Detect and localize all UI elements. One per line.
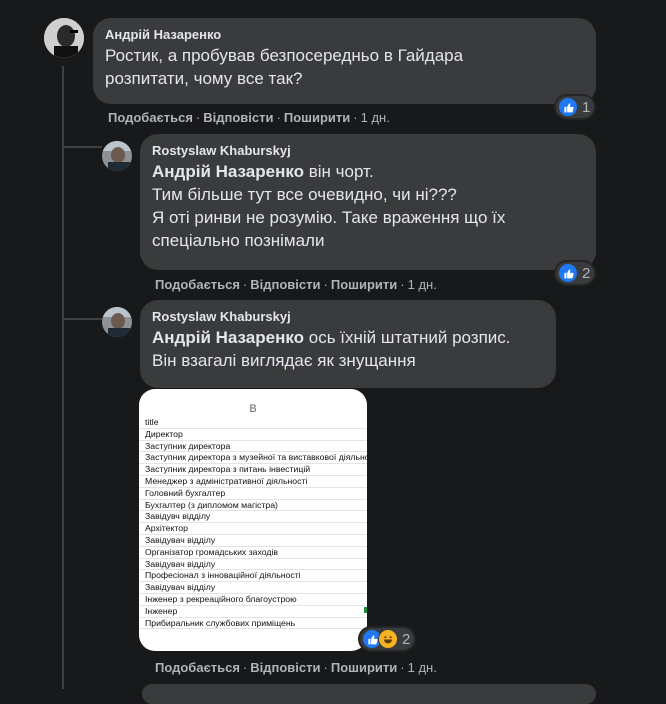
- separator: ·: [323, 660, 328, 675]
- sheet-row: Заступник директора: [139, 441, 367, 453]
- reaction-summary[interactable]: 1: [556, 96, 595, 118]
- sheet-row: Професіонал з інноваційної діяльності: [139, 570, 367, 583]
- thread-line-branch-1: [62, 146, 102, 148]
- comment-author[interactable]: Rostyslaw Khaburskyj: [152, 308, 544, 326]
- timestamp[interactable]: 1 дн.: [408, 277, 437, 292]
- sheet-row: Директор: [139, 429, 367, 441]
- sheet-row: Бухгалтер (з дипломом магістра): [139, 500, 367, 512]
- like-button[interactable]: Подобається: [155, 277, 240, 292]
- comment-text-inline: він чорт.: [304, 162, 374, 181]
- sheet-row: Завідувач відділу: [139, 535, 367, 547]
- avatar-photo-icon: [44, 18, 84, 58]
- separator: ·: [276, 110, 281, 125]
- like-icon: [558, 263, 578, 283]
- avatar[interactable]: [102, 141, 132, 171]
- comment-text: Ростик, а пробував безпосередньо в Гайда…: [105, 46, 464, 88]
- avatar-photo-icon: [102, 141, 132, 171]
- thread-line-main: [62, 66, 64, 689]
- separator: ·: [242, 660, 248, 675]
- sheet-row: Інженер з рекреаційного благоустрою: [139, 594, 367, 606]
- mention-link[interactable]: Андрій Назаренко: [152, 162, 304, 181]
- timestamp[interactable]: 1 дн.: [361, 110, 390, 125]
- comment-actions: Подобається · Відповісти · Поширити · 1 дн.: [108, 110, 390, 126]
- reaction-count: 1: [582, 98, 591, 116]
- sheet-row: Менеджер з адміністративної діяльності: [139, 476, 367, 488]
- comment-author[interactable]: Андрій Назаренко: [105, 26, 584, 44]
- avatar-photo-icon: [102, 307, 132, 337]
- comment-text: Андрій Назаренко він чорт.: [152, 160, 584, 183]
- mention-link[interactable]: Андрій Назаренко: [152, 328, 304, 347]
- like-icon: [558, 97, 578, 117]
- sheet-row: title: [139, 417, 367, 429]
- comment-text-inline: ось їхній штатний розпис.: [304, 328, 511, 347]
- reply-button[interactable]: Відповісти: [250, 277, 320, 292]
- sheet-row: Заступник директора з музейної та вистав…: [139, 452, 367, 465]
- sheet-row: Головний бухгалтер: [139, 488, 367, 500]
- comment-author[interactable]: Rostyslaw Khaburskyj: [152, 142, 584, 160]
- sheet-row: Архітектор: [139, 523, 367, 535]
- share-button[interactable]: Поширити: [284, 110, 350, 125]
- attachment-image[interactable]: B title Директор Заступник директора Зас…: [139, 389, 367, 651]
- separator: ·: [242, 277, 248, 292]
- separator: ·: [400, 277, 405, 292]
- sheet-rows: title Директор Заступник директора Засту…: [139, 417, 367, 630]
- comment-actions: Подобається · Відповісти · Поширити · 1 дн.: [155, 660, 437, 676]
- timestamp[interactable]: 1 дн.: [408, 660, 437, 675]
- separator: ·: [195, 110, 201, 125]
- like-button[interactable]: Подобається: [108, 110, 193, 125]
- sheet-row: Заступник директора з питань інвестицій: [139, 464, 367, 476]
- sheet-row: Інженер: [139, 606, 367, 618]
- comment-text-rest: Він взагалі виглядає як знущання: [152, 351, 416, 370]
- sheet-row: Прибиральник службових приміщень: [139, 618, 367, 630]
- separator: ·: [323, 277, 328, 292]
- reaction-count: 2: [582, 264, 591, 282]
- separator: ·: [400, 660, 405, 675]
- haha-icon: [378, 629, 398, 649]
- reply-button[interactable]: Відповісти: [250, 660, 320, 675]
- comment-bubble: Rostyslaw Khaburskyj Андрій Назаренко ос…: [140, 300, 556, 388]
- reply-button[interactable]: Відповісти: [203, 110, 273, 125]
- comment-bubble: Rostyslaw Khaburskyj Андрій Назаренко ві…: [140, 134, 596, 270]
- separator: ·: [353, 110, 358, 125]
- sheet-row: Завідувч відділу: [139, 511, 367, 524]
- sheet-row: Організатор громадських заходів: [139, 547, 367, 559]
- thread-line-branch-2: [62, 318, 102, 320]
- reaction-count: 2: [402, 630, 411, 648]
- comment-actions: Подобається · Відповісти · Поширити · 1 дн.: [155, 277, 437, 293]
- sheet-row: Завідувач відділу: [139, 559, 367, 571]
- share-button[interactable]: Поширити: [331, 277, 397, 292]
- share-button[interactable]: Поширити: [331, 660, 397, 675]
- column-header: B: [249, 403, 257, 415]
- like-button[interactable]: Подобається: [155, 660, 240, 675]
- avatar[interactable]: [44, 18, 84, 58]
- avatar[interactable]: [102, 307, 132, 337]
- comment-bubble: Андрій Назаренко Ростик, а пробував безп…: [93, 18, 596, 104]
- next-comment-bubble: [142, 684, 596, 704]
- comment-text: Андрій Назаренко ось їхній штатний розпи…: [152, 326, 544, 349]
- reaction-summary[interactable]: 2: [360, 628, 415, 650]
- cell-marker: [364, 607, 367, 613]
- sheet-row: Завідувач відділу: [139, 582, 367, 594]
- reaction-summary[interactable]: 2: [556, 262, 595, 284]
- comment-text-rest: Тим більше тут все очевидно, чи ні??? Я …: [152, 185, 506, 250]
